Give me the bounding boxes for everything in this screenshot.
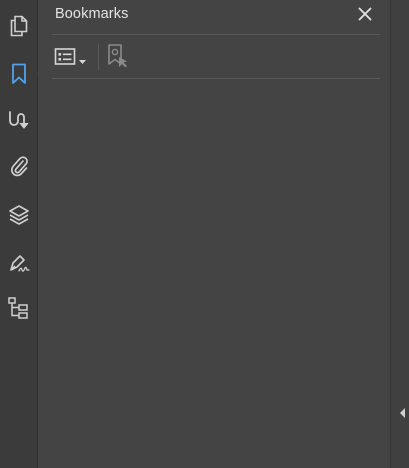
bookmarks-list[interactable] [52, 80, 380, 468]
bookmarks-panel: Bookmarks [38, 0, 390, 468]
navigation-rail [0, 0, 44, 468]
app-window: Bookmarks [0, 0, 409, 468]
collapse-panel-button[interactable] [398, 406, 406, 418]
chevron-down-icon [78, 53, 87, 71]
paperclip-icon [9, 155, 29, 177]
close-button[interactable] [356, 5, 374, 23]
pages-icon [9, 15, 29, 37]
rail-button-tags[interactable] [0, 290, 37, 326]
header-divider [52, 34, 380, 35]
rail-button-attachments[interactable] [0, 148, 37, 184]
new-bookmark-button[interactable] [106, 43, 130, 69]
rail-button-content[interactable] [0, 102, 37, 138]
panel-collapse-strip [390, 0, 409, 468]
rail-button-layers[interactable] [0, 197, 37, 233]
bookmark-icon [11, 63, 27, 85]
bookmarks-toolbar [52, 36, 380, 78]
toolbar-separator [98, 44, 99, 70]
rail-button-page-thumbnails[interactable] [0, 8, 37, 44]
options-menu-button[interactable] [54, 45, 90, 69]
content-icon [8, 110, 30, 130]
panel-title: Bookmarks [55, 6, 129, 22]
layers-icon [8, 204, 30, 226]
toolbar-divider [52, 78, 380, 79]
signature-icon [7, 252, 31, 274]
close-icon [356, 7, 374, 27]
panel-header: Bookmarks [38, 0, 390, 34]
tags-tree-icon [7, 296, 31, 320]
new-bookmark-icon [106, 44, 130, 73]
chevron-left-icon [398, 406, 406, 423]
rail-button-signatures[interactable] [0, 245, 37, 281]
rail-button-bookmarks[interactable] [0, 56, 44, 92]
